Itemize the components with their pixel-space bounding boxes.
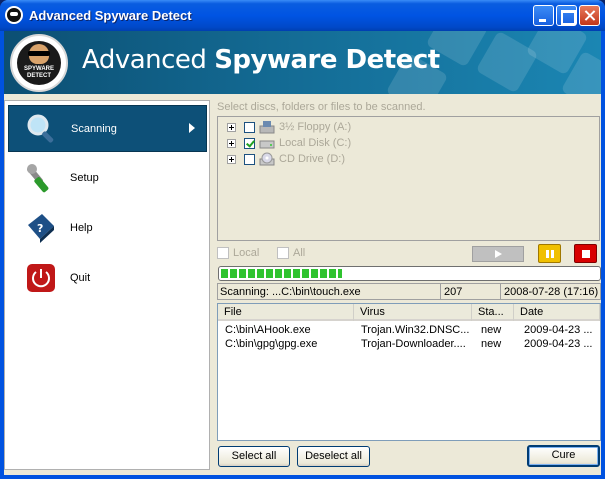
wrench-icon [27, 164, 49, 193]
table-row[interactable]: C:\bin\AHook.exe Trojan.Win32.DNSC... ne… [218, 324, 600, 338]
cell-status: new [481, 338, 502, 350]
deselect-all-button[interactable]: Deselect all [297, 446, 370, 467]
window-title: Advanced Spyware Detect [29, 8, 192, 23]
magnifier-icon [27, 114, 54, 143]
drive-tree[interactable]: 3½ Floppy (A:) Local Disk (C:) CD Drive … [217, 116, 600, 241]
sidebar-item-setup[interactable]: Setup [8, 155, 207, 202]
floppy-drive-icon [259, 121, 275, 134]
tree-item-cd-drive[interactable]: CD Drive (D:) [218, 151, 418, 167]
cell-status: new [481, 324, 502, 336]
column-header-date[interactable]: Date [514, 304, 600, 321]
logo: SPYWARE DETECT [10, 34, 68, 92]
pause-button[interactable] [538, 244, 561, 263]
start-scan-button[interactable] [472, 246, 524, 262]
sidebar-item-label: Scanning [71, 123, 117, 135]
sidebar-item-label: Help [70, 222, 93, 234]
drive-label: Local Disk (C:) [279, 137, 352, 149]
progress-fill [221, 269, 342, 278]
sidebar-nav: Scanning Setup ? Help Quit [4, 100, 210, 470]
drive-label: CD Drive (D:) [279, 153, 345, 165]
help-book-icon: ? [28, 214, 54, 243]
sidebar-item-quit[interactable]: Quit [8, 255, 207, 302]
cell-file: C:\bin\gpg\gpg.exe [225, 338, 318, 350]
scanned-count: 207 [444, 286, 463, 298]
cell-date: 2009-04-23 ... [524, 324, 593, 336]
scan-hint: Select discs, folders or files to be sca… [217, 101, 426, 113]
title-bar[interactable]: Advanced Spyware Detect [0, 0, 605, 31]
drive-checkbox[interactable] [244, 154, 255, 165]
drive-label: 3½ Floppy (A:) [279, 121, 352, 133]
all-label: All [293, 247, 306, 259]
hard-disk-icon [259, 140, 275, 149]
drive-checkbox[interactable] [244, 138, 255, 149]
local-label: Local [233, 247, 260, 259]
column-header-virus[interactable]: Virus [354, 304, 472, 321]
expand-icon[interactable] [227, 139, 236, 148]
cell-virus: Trojan-Downloader.... [361, 338, 466, 350]
local-checkbox[interactable] [217, 247, 229, 259]
cd-drive-icon [259, 152, 275, 166]
banner-decoration [475, 31, 539, 94]
sidebar-item-label: Setup [70, 172, 99, 184]
expand-icon[interactable] [227, 155, 236, 164]
tree-item-local-disk[interactable]: Local Disk (C:) [218, 135, 418, 151]
table-row[interactable]: C:\bin\gpg\gpg.exe Trojan-Downloader....… [218, 338, 600, 352]
cell-file: C:\bin\AHook.exe [225, 324, 311, 336]
column-header-status[interactable]: Sta... [472, 304, 514, 321]
stop-button[interactable] [574, 244, 597, 263]
drive-checkbox[interactable] [244, 122, 255, 133]
svg-text:?: ? [37, 222, 43, 235]
sidebar-item-help[interactable]: ? Help [8, 205, 207, 252]
scanning-path: Scanning: ...C:\bin\touch.exe [220, 286, 361, 298]
sidebar-item-scanning[interactable]: Scanning [8, 105, 207, 152]
scan-datetime: 2008-07-28 (17:16) [504, 286, 599, 298]
tree-item-floppy[interactable]: 3½ Floppy (A:) [218, 119, 418, 135]
app-icon[interactable] [5, 6, 23, 24]
column-header-file[interactable]: File [218, 304, 354, 321]
table-header: File Virus Sta... Date [218, 304, 600, 321]
chevron-right-icon [189, 123, 195, 133]
banner-title: Advanced Spyware Detect [82, 45, 440, 75]
header-banner: SPYWARE DETECT Advanced Spyware Detect [4, 31, 601, 94]
close-button[interactable] [579, 5, 600, 26]
app-window: Advanced Spyware Detect SPYWARE DETECT A… [0, 0, 605, 479]
power-icon [27, 264, 55, 292]
sidebar-item-label: Quit [70, 272, 91, 284]
cell-date: 2009-04-23 ... [524, 338, 593, 350]
cell-virus: Trojan.Win32.DNSC... [361, 324, 470, 336]
scan-status-bar: Scanning: ...C:\bin\touch.exe 207 2008-0… [217, 283, 601, 300]
select-all-button[interactable]: Select all [218, 446, 290, 467]
cure-button[interactable]: Cure [527, 445, 600, 467]
results-table[interactable]: File Virus Sta... Date C:\bin\AHook.exe … [217, 303, 601, 441]
scan-progress-bar [218, 266, 601, 281]
client-area: SPYWARE DETECT Advanced Spyware Detect S… [4, 31, 601, 475]
minimize-button[interactable] [533, 5, 554, 26]
all-checkbox[interactable] [277, 247, 289, 259]
maximize-button[interactable] [556, 5, 577, 26]
expand-icon[interactable] [227, 123, 236, 132]
